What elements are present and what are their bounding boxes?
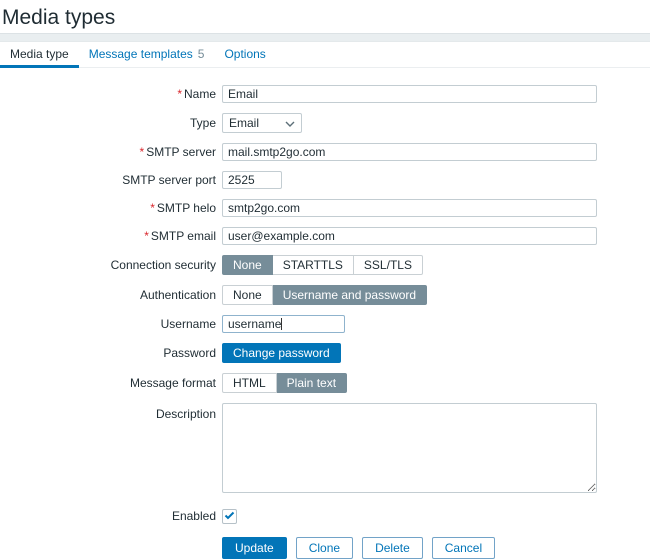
authentication-label: Authentication <box>0 286 222 304</box>
media-type-form: *Name Type Email *SMTP server SMTP serve… <box>0 85 650 559</box>
username-label: Username <box>0 315 222 333</box>
smtp-helo-row: *SMTP helo <box>0 199 650 217</box>
smtp-server-row: *SMTP server <box>0 143 650 161</box>
authentication-option-none[interactable]: None <box>222 285 273 305</box>
enabled-checkbox[interactable] <box>222 509 237 524</box>
connection-security-option-starttls[interactable]: STARTTLS <box>273 255 354 275</box>
message-format-row: Message format HTML Plain text <box>0 373 650 393</box>
tab-options-label: Options <box>224 47 265 61</box>
message-format-label: Message format <box>0 374 222 392</box>
connection-security-segmented: None STARTTLS SSL/TLS <box>222 255 423 275</box>
username-input[interactable] <box>222 315 345 333</box>
smtp-server-port-input[interactable] <box>222 171 282 189</box>
description-input[interactable] <box>222 403 597 493</box>
connection-security-label: Connection security <box>0 256 222 274</box>
type-label: Type <box>0 114 222 132</box>
text-caret <box>281 318 282 330</box>
tab-media-type[interactable]: Media type <box>0 42 79 68</box>
connection-security-option-ssltls[interactable]: SSL/TLS <box>354 255 423 275</box>
authentication-option-username-password[interactable]: Username and password <box>273 285 427 305</box>
clone-button[interactable]: Clone <box>296 537 353 559</box>
description-row: Description <box>0 403 650 493</box>
message-format-option-html[interactable]: HTML <box>222 373 277 393</box>
change-password-button[interactable]: Change password <box>222 343 341 363</box>
username-row: Username <box>0 315 650 333</box>
smtp-server-port-row: SMTP server port <box>0 171 650 189</box>
page-title: Media types <box>0 0 650 33</box>
chevron-down-icon <box>285 116 295 130</box>
header-divider <box>0 33 650 42</box>
password-row: Password Change password <box>0 343 650 363</box>
password-label: Password <box>0 344 222 362</box>
cancel-button[interactable]: Cancel <box>432 537 495 559</box>
smtp-server-port-label: SMTP server port <box>0 171 222 189</box>
required-marker: * <box>177 87 182 101</box>
name-input[interactable] <box>222 85 597 103</box>
type-select[interactable]: Email <box>222 113 302 133</box>
tab-message-templates[interactable]: Message templates 5 <box>79 42 215 68</box>
checkmark-icon <box>224 509 235 523</box>
authentication-segmented: None Username and password <box>222 285 427 305</box>
smtp-email-input[interactable] <box>222 227 597 245</box>
tab-options[interactable]: Options <box>214 42 275 68</box>
smtp-email-row: *SMTP email <box>0 227 650 245</box>
authentication-row: Authentication None Username and passwor… <box>0 285 650 305</box>
message-format-segmented: HTML Plain text <box>222 373 347 393</box>
username-input-wrap <box>222 315 345 333</box>
smtp-server-label: *SMTP server <box>0 143 222 161</box>
smtp-email-label: *SMTP email <box>0 227 222 245</box>
required-marker: * <box>150 201 155 215</box>
required-marker: * <box>144 229 149 243</box>
type-select-value: Email <box>229 116 259 130</box>
connection-security-option-none[interactable]: None <box>222 255 273 275</box>
name-row: *Name <box>0 85 650 103</box>
smtp-server-input[interactable] <box>222 143 597 161</box>
connection-security-row: Connection security None STARTTLS SSL/TL… <box>0 255 650 275</box>
required-marker: * <box>140 145 145 159</box>
smtp-helo-label: *SMTP helo <box>0 199 222 217</box>
footer-row: Update Clone Delete Cancel <box>0 537 650 559</box>
name-label: *Name <box>0 85 222 103</box>
footer-buttons: Update Clone Delete Cancel <box>222 537 495 559</box>
message-templates-count-badge: 5 <box>198 47 205 61</box>
enabled-row: Enabled <box>0 507 650 525</box>
update-button[interactable]: Update <box>222 537 287 559</box>
enabled-label: Enabled <box>0 507 222 525</box>
description-label: Description <box>0 403 222 423</box>
tab-bar: Media type Message templates 5 Options <box>0 42 650 68</box>
delete-button[interactable]: Delete <box>362 537 423 559</box>
tab-media-type-label: Media type <box>10 47 69 61</box>
type-row: Type Email <box>0 113 650 133</box>
tab-message-templates-label: Message templates <box>89 47 193 61</box>
smtp-helo-input[interactable] <box>222 199 597 217</box>
message-format-option-plain-text[interactable]: Plain text <box>277 373 347 393</box>
